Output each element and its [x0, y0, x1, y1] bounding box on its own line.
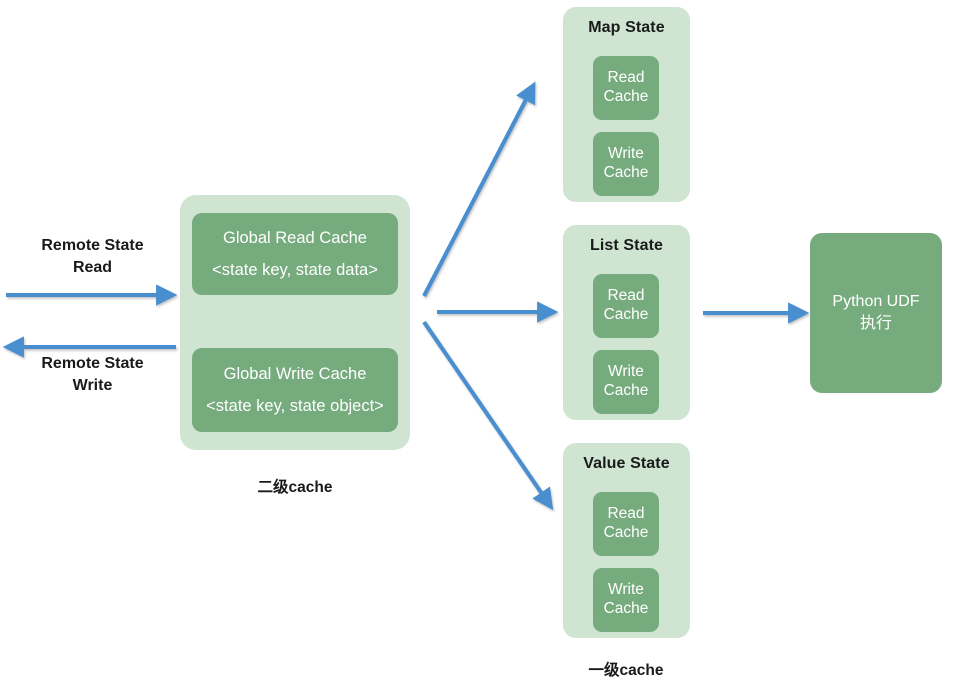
map-state-write-cache-line-2: Cache — [603, 164, 649, 181]
value-state-write-cache: Write Cache — [593, 568, 659, 632]
level-2-cache-caption: 二级cache — [257, 479, 333, 496]
remote-state-read-line-1: Remote State — [41, 237, 144, 254]
list-state-read-cache: Read Cache — [593, 274, 659, 338]
python-udf-box: Python UDF 执行 — [810, 233, 942, 393]
map-state-read-cache-line-1: Read — [607, 69, 645, 87]
cache-to-value-state-arrow — [422, 320, 554, 511]
map-state-title: Map State — [588, 19, 665, 36]
value-state-write-cache-line-2: Cache — [603, 600, 649, 617]
map-state-read-cache-line-2: Cache — [603, 88, 649, 105]
global-read-cache-detail: <state key, state data> — [212, 260, 378, 279]
value-state-title: Value State — [583, 455, 670, 472]
global-write-cache-title: Global Write Cache — [223, 365, 367, 384]
value-state-read-cache-line-2: Cache — [603, 524, 649, 541]
remote-state-write-label: Remote State Write — [10, 353, 175, 396]
value-state-write-cache-line-1: Write — [608, 581, 644, 599]
value-state-container: Value State Read Cache Write Cache — [563, 443, 690, 638]
global-read-cache-box: Global Read Cache <state key, state data… — [192, 213, 398, 295]
list-state-container: List State Read Cache Write Cache — [563, 225, 690, 420]
global-write-cache-detail: <state key, state object> — [206, 396, 384, 415]
python-udf-line-1: Python UDF — [832, 293, 920, 311]
list-state-title: List State — [589, 237, 663, 254]
map-state-write-cache-line-1: Write — [608, 145, 644, 163]
list-state-read-cache-line-1: Read — [607, 287, 645, 305]
map-state-write-cache: Write Cache — [593, 132, 659, 196]
list-state-write-cache-line-1: Write — [608, 363, 644, 381]
global-read-cache-title: Global Read Cache — [222, 229, 367, 248]
list-state-write-cache: Write Cache — [593, 350, 659, 414]
state-cache-diagram: Remote State Read Remote State Write Glo… — [0, 0, 965, 694]
remote-state-read-line-2: Read — [72, 258, 113, 276]
value-state-read-cache: Read Cache — [593, 492, 659, 556]
map-state-read-cache: Read Cache — [593, 56, 659, 120]
level-1-cache-caption: 一级cache — [588, 662, 664, 679]
remote-state-write-line-1: Remote State — [41, 355, 144, 372]
global-write-cache-box: Global Write Cache <state key, state obj… — [192, 348, 398, 432]
value-state-read-cache-line-1: Read — [607, 505, 645, 523]
cache-to-map-state-arrow — [422, 81, 536, 297]
remote-state-write-line-2: Write — [72, 376, 113, 394]
list-state-read-cache-line-2: Cache — [603, 306, 649, 323]
python-udf-line-2: 执行 — [859, 315, 892, 332]
remote-state-read-label: Remote State Read — [10, 235, 175, 278]
map-state-container: Map State Read Cache Write Cache — [563, 7, 690, 202]
list-state-write-cache-line-2: Cache — [603, 382, 649, 399]
